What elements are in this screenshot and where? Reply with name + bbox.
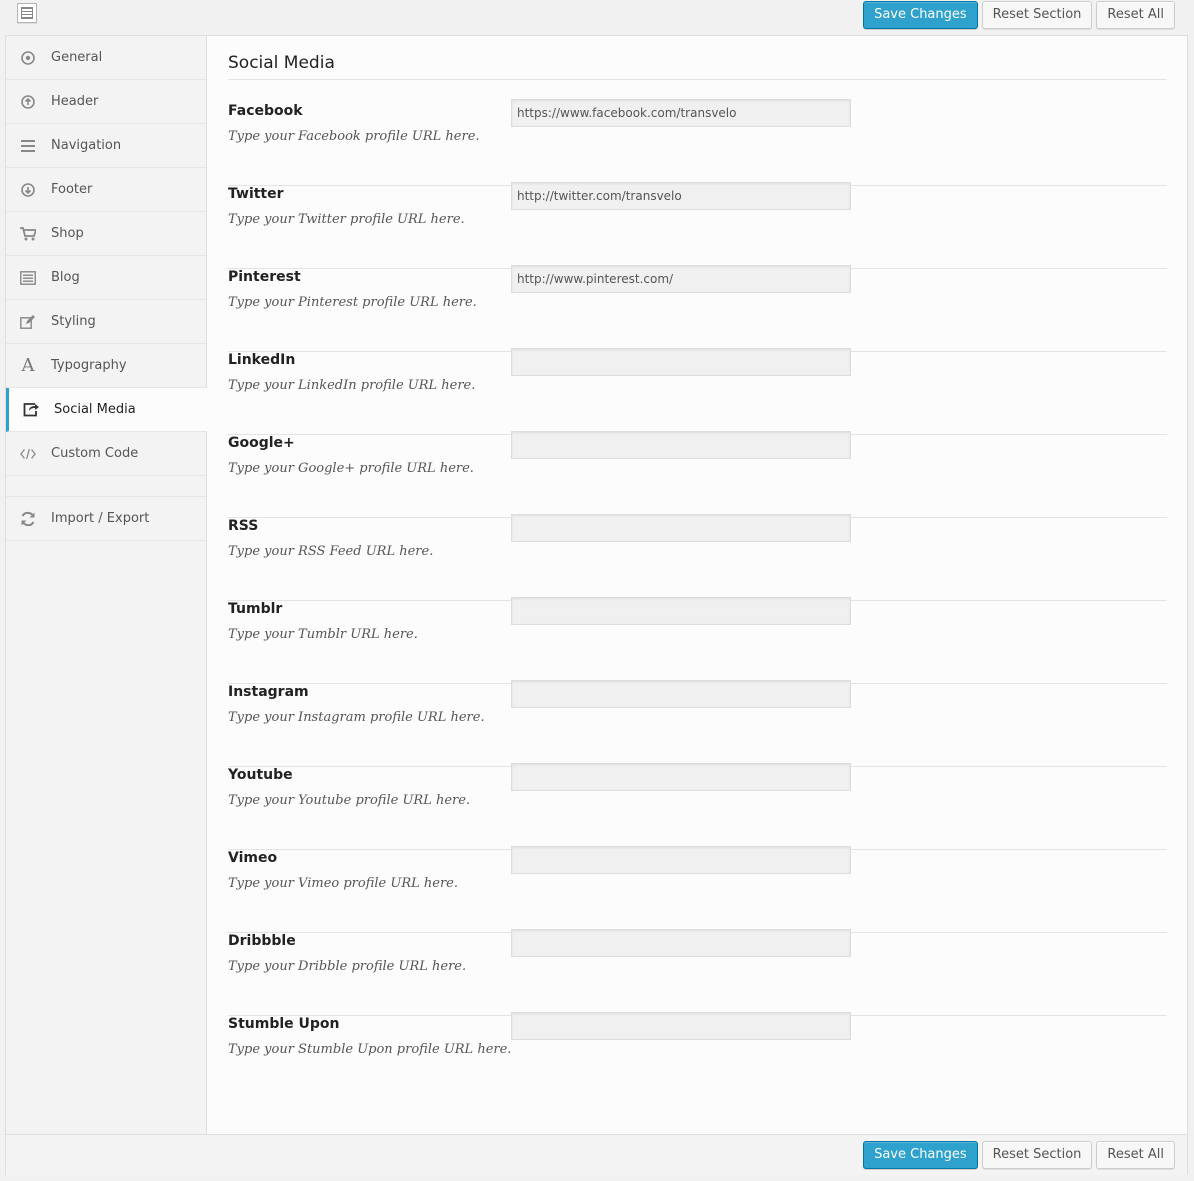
top-toolbar: Save Changes Reset Section Reset All [0,0,1194,34]
field-description: Type your Stumble Upon profile URL here. [228,1042,512,1057]
field-row-twitter: Twitter Type your Twitter profile URL he… [228,182,1167,269]
field-row-rss: RSS Type your RSS Feed URL here. [228,514,1167,601]
screen-options-icon[interactable] [17,3,37,23]
sidebar-item-label: Social Media [54,402,136,417]
share-icon [23,402,39,418]
arrow-down-circle-icon [20,182,36,198]
field-description: Type your LinkedIn profile URL here. [228,378,476,393]
reset-section-button[interactable]: Reset Section [981,1141,1093,1169]
bottom-button-group: Save Changes Reset Section Reset All [863,1141,1175,1169]
youtube-url-input[interactable] [511,763,851,791]
pinterest-url-input[interactable] [511,265,851,293]
field-description: Type your Facebook profile URL here. [228,129,480,144]
sidebar-item-footer[interactable]: Footer [6,168,206,212]
field-row-dribbble: Dribbble Type your Dribble profile URL h… [228,929,1167,1016]
field-description: Type your Instagram profile URL here. [228,710,485,725]
sidebar-item-styling[interactable]: Styling [6,300,206,344]
sidebar-item-label: Footer [51,182,93,197]
sidebar-item-blog[interactable]: Blog [6,256,206,300]
instagram-url-input[interactable] [511,680,851,708]
tumblr-url-input[interactable] [511,597,851,625]
twitter-url-input[interactable] [511,182,851,210]
dribbble-url-input[interactable] [511,929,851,957]
field-label: Dribbble [228,933,296,949]
sidebar-item-navigation[interactable]: Navigation [6,124,206,168]
vimeo-url-input[interactable] [511,846,851,874]
sidebar-item-typography[interactable]: A Typography [6,344,206,388]
field-description: Type your Pinterest profile URL here. [228,295,477,310]
sidebar-item-label: Blog [51,270,80,285]
code-icon [20,446,36,462]
menu-lines-icon [20,138,36,154]
field-label: LinkedIn [228,352,296,368]
field-row-facebook: Facebook Type your Facebook profile URL … [228,99,1167,186]
save-changes-button[interactable]: Save Changes [863,1,978,29]
field-label: Twitter [228,186,284,202]
field-description: Type your Tumblr URL here. [228,627,418,642]
field-description: Type your Twitter profile URL here. [228,212,465,227]
field-description: Type your Youtube profile URL here. [228,793,471,808]
options-panel: General Header Navigation Footer Shop Bl… [5,35,1188,1175]
field-row-stumble-upon: Stumble Upon Type your Stumble Upon prof… [228,1012,1167,1099]
top-button-group: Save Changes Reset Section Reset All [863,1,1175,29]
sidebar-item-label: Custom Code [51,446,139,461]
facebook-url-input[interactable] [511,99,851,127]
google-plus-url-input[interactable] [511,431,851,459]
field-label: Facebook [228,103,303,119]
field-label: RSS [228,518,259,534]
reset-section-button[interactable]: Reset Section [981,1,1093,29]
field-label: Pinterest [228,269,301,285]
field-label: Vimeo [228,850,278,866]
sidebar-item-social-media[interactable]: Social Media [6,388,207,432]
sidebar-item-general[interactable]: General [6,36,206,80]
social-fields: Facebook Type your Facebook profile URL … [228,99,1167,1099]
arrow-up-circle-icon [20,94,36,110]
field-row-instagram: Instagram Type your Instagram profile UR… [228,680,1167,767]
reset-all-button[interactable]: Reset All [1096,1141,1175,1169]
sidebar-item-label: Styling [51,314,96,329]
field-row-pinterest: Pinterest Type your Pinterest profile UR… [228,265,1167,352]
linkedin-url-input[interactable] [511,348,851,376]
stumble-upon-url-input[interactable] [511,1012,851,1040]
sidebar-item-shop[interactable]: Shop [6,212,206,256]
field-description: Type your Dribble profile URL here. [228,959,467,974]
field-label: Stumble Upon [228,1016,340,1032]
field-row-tumblr: Tumblr Type your Tumblr URL here. [228,597,1167,684]
letter-a-icon: A [21,355,35,376]
sidebar-item-label: Typography [51,358,127,373]
field-label: Tumblr [228,601,283,617]
section-title: Social Media [228,36,1167,80]
refresh-icon [20,511,36,527]
sidebar-item-label: Header [51,94,99,109]
main-content: Social Media Facebook Type your Facebook… [228,36,1167,1099]
sidebar-item-label: General [51,50,103,65]
sidebar-item-import-export[interactable]: Import / Export [6,497,206,541]
circle-dot-icon [20,50,36,66]
field-description: Type your Google+ profile URL here. [228,461,474,476]
sidebar: General Header Navigation Footer Shop Bl… [6,36,207,1134]
field-row-youtube: Youtube Type your Youtube profile URL he… [228,763,1167,850]
field-label: Google+ [228,435,295,451]
sidebar-divider [6,476,206,497]
field-label: Youtube [228,767,293,783]
rss-url-input[interactable] [511,514,851,542]
field-row-google-plus: Google+ Type your Google+ profile URL he… [228,431,1167,518]
save-changes-button[interactable]: Save Changes [863,1141,978,1169]
field-description: Type your RSS Feed URL here. [228,544,434,559]
cart-icon [20,226,36,242]
sidebar-item-label: Shop [51,226,84,241]
list-icon [20,270,36,286]
sidebar-item-label: Navigation [51,138,122,153]
edit-icon [20,314,36,330]
sidebar-item-header[interactable]: Header [6,80,206,124]
field-description: Type your Vimeo profile URL here. [228,876,458,891]
field-row-linkedin: LinkedIn Type your LinkedIn profile URL … [228,348,1167,435]
field-row-vimeo: Vimeo Type your Vimeo profile URL here. [228,846,1167,933]
sidebar-item-custom-code[interactable]: Custom Code [6,432,206,476]
sidebar-item-label: Import / Export [51,511,150,526]
reset-all-button[interactable]: Reset All [1096,1,1175,29]
field-label: Instagram [228,684,309,700]
